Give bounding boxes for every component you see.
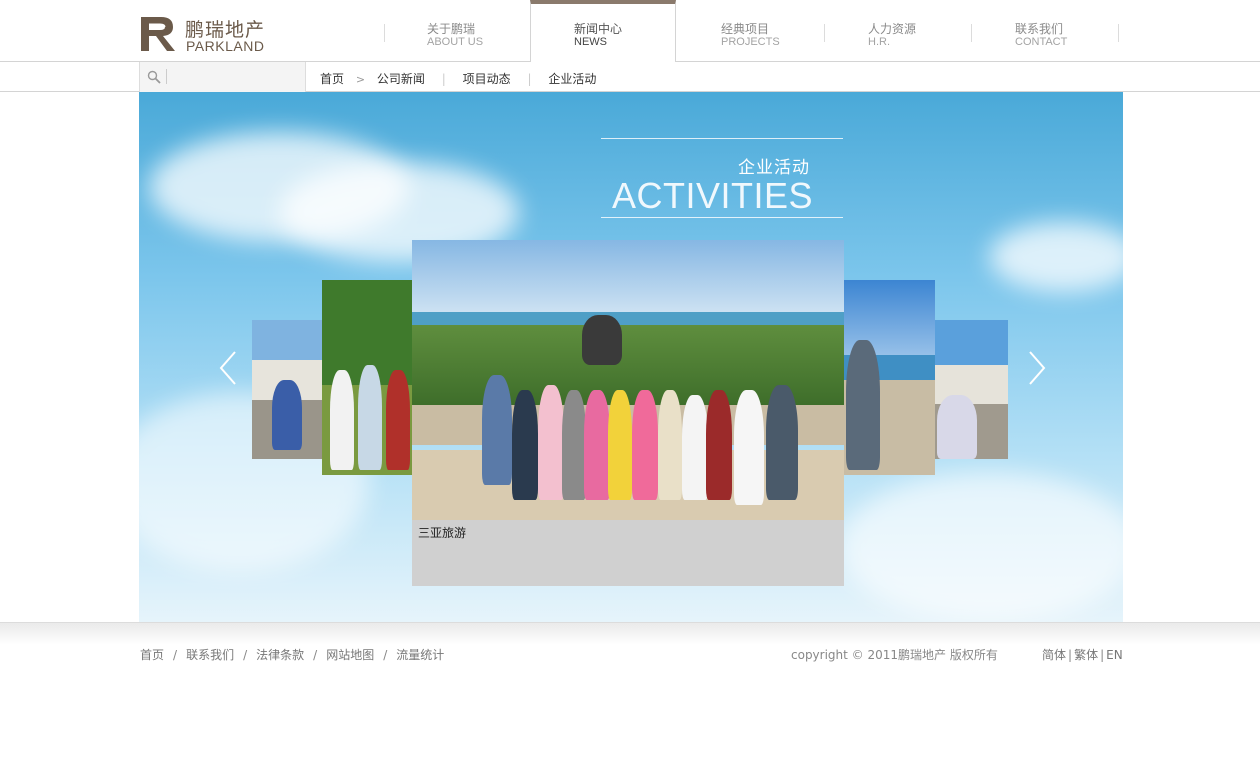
cloud: [839, 472, 1123, 622]
nav-item-label-en: NEWS: [574, 36, 607, 48]
breadcrumb: 首页 > 公司新闻 | 项目动态 | 企业活动: [320, 70, 596, 87]
carousel-photo-right[interactable]: [844, 280, 935, 475]
photo-person: [658, 390, 682, 500]
chevron-right-icon[interactable]: [1027, 350, 1047, 386]
photo-person: [846, 340, 880, 470]
footer-link-legal[interactable]: 法律条款: [256, 648, 304, 662]
cloud: [989, 222, 1123, 292]
photo-person: [608, 390, 632, 500]
nav-item-label-cn: 关于鹏瑞: [427, 22, 476, 36]
carousel-photo-far-left[interactable]: [252, 320, 322, 459]
nav-item-about[interactable]: 关于鹏瑞 ABOUT US: [384, 0, 530, 62]
photo-person: [766, 385, 798, 500]
breadcrumb-item-company-news[interactable]: 公司新闻: [377, 70, 425, 87]
photo-person: [358, 365, 382, 470]
logo-mark-icon: [139, 15, 179, 53]
breadcrumb-separator: |: [527, 72, 532, 86]
footer-separator: /: [173, 648, 178, 662]
breadcrumb-home[interactable]: 首页: [320, 70, 344, 87]
section-title: 企业活动 ACTIVITIES: [601, 138, 843, 218]
nav-item-label-en: CONTACT: [1015, 36, 1068, 48]
search-icon[interactable]: [146, 69, 162, 85]
footer-link-sitemap[interactable]: 网站地图: [326, 648, 374, 662]
logo-text-en: PARKLAND: [186, 38, 265, 54]
footer-link-home[interactable]: 首页: [140, 648, 164, 662]
nav-item-label-cn: 新闻中心: [574, 22, 623, 36]
lang-simplified[interactable]: 简体: [1042, 648, 1066, 662]
search-box: [139, 62, 306, 92]
nav-divider: [1118, 24, 1119, 42]
nav-item-label-cn: 联系我们: [1015, 22, 1064, 36]
nav-item-projects[interactable]: 经典项目 PROJECTS: [678, 0, 824, 62]
breadcrumb-item-activities[interactable]: 企业活动: [548, 70, 596, 87]
section-title-en: ACTIVITIES: [611, 175, 813, 216]
language-switcher: 简体 | 繁体 | EN: [1042, 646, 1123, 663]
nav-item-news[interactable]: 新闻中心 NEWS: [530, 0, 676, 63]
footer-separator: /: [313, 648, 318, 662]
footer-separator: /: [243, 648, 248, 662]
nav-item-label-cn: 经典项目: [721, 22, 770, 36]
photo-person: [682, 395, 708, 500]
carousel-photo-far-right[interactable]: [935, 320, 1008, 459]
main-nav: 关于鹏瑞 ABOUT US 新闻中心 NEWS 经典项目 PROJECTS 人力…: [384, 0, 1120, 63]
photo-caption-text: 三亚旅游: [418, 526, 467, 540]
photo-person: [482, 375, 512, 485]
breadcrumb-separator: |: [441, 72, 446, 86]
photo-person: [272, 380, 302, 450]
logo[interactable]: 鹏瑞地产 PARKLAND: [139, 15, 269, 55]
nav-item-hr[interactable]: 人力资源 H.R.: [825, 0, 971, 62]
search-divider: [166, 69, 167, 84]
search-input[interactable]: [170, 67, 300, 87]
chevron-left-icon[interactable]: [218, 350, 238, 386]
lang-english[interactable]: EN: [1106, 648, 1123, 662]
photo-person: [937, 395, 977, 459]
nav-item-label-en: H.R.: [868, 36, 890, 48]
breadcrumb-arrow: >: [355, 73, 366, 86]
lang-traditional[interactable]: 繁体: [1074, 648, 1098, 662]
photo-dragon-statue: [582, 315, 622, 365]
nav-item-label-en: ABOUT US: [427, 36, 484, 48]
carousel-photo-main[interactable]: [412, 240, 844, 520]
photo-sky: [412, 240, 844, 315]
site-footer: 首页 / 联系我们 / 法律条款 / 网站地图 / 流量统计 copyright © 2011鹏…: [0, 622, 1260, 784]
breadcrumb-item-project-news[interactable]: 项目动态: [463, 70, 511, 87]
site-header: 鹏瑞地产 PARKLAND 关于鹏瑞 ABOUT US 新闻中心 NEWS 经典…: [0, 0, 1260, 63]
lang-separator: |: [1100, 648, 1105, 662]
carousel-photo-left[interactable]: [322, 280, 412, 475]
footer-link-contact[interactable]: 联系我们: [186, 648, 234, 662]
photo-person: [632, 390, 658, 500]
photo-person: [512, 390, 538, 500]
lang-separator: |: [1068, 648, 1073, 662]
footer-separator: /: [383, 648, 388, 662]
nav-item-contact[interactable]: 联系我们 CONTACT: [972, 0, 1118, 62]
nav-item-label-cn: 人力资源: [868, 22, 917, 36]
photo-person: [386, 370, 410, 470]
copyright-text: copyright © 2011鹏瑞地产 版权所有: [791, 648, 998, 662]
footer-link-stats[interactable]: 流量统计: [396, 648, 444, 662]
nav-item-label-en: PROJECTS: [721, 36, 780, 48]
photo-person: [584, 390, 610, 500]
photo-caption: 三亚旅游: [412, 520, 844, 586]
photo-person: [538, 385, 564, 500]
photo-person: [706, 390, 732, 500]
photo-person: [330, 370, 354, 470]
activities-banner: 企业活动 ACTIVITIES 三亚旅游: [139, 92, 1123, 622]
photo-person: [734, 390, 764, 505]
footer-links: 首页 / 联系我们 / 法律条款 / 网站地图 / 流量统计: [140, 646, 444, 663]
sub-bar: 首页 > 公司新闻 | 项目动态 | 企业活动: [0, 62, 1260, 92]
photo-person: [562, 390, 586, 500]
